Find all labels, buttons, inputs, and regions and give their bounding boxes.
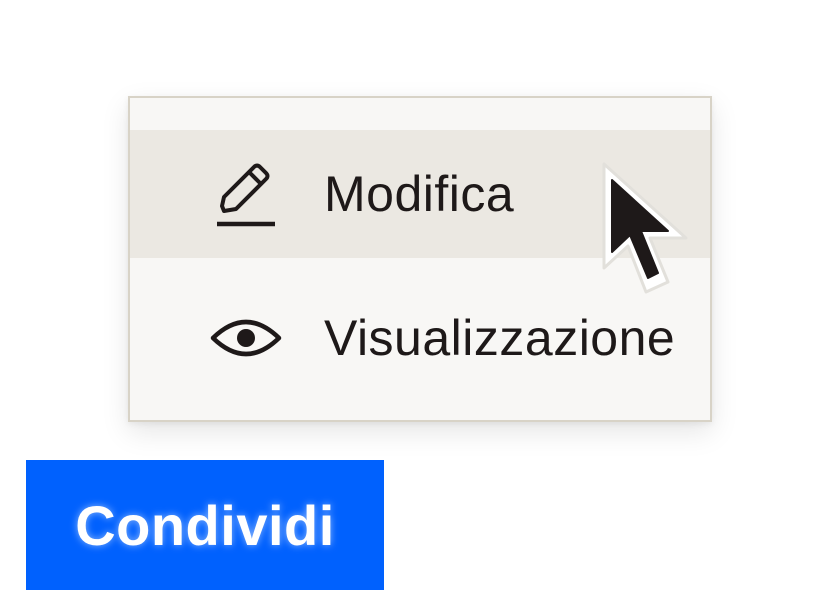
menu-item-modifica[interactable]: Modifica bbox=[130, 130, 710, 258]
share-button[interactable]: Condividi bbox=[26, 460, 384, 590]
menu-item-visualizzazione[interactable]: Visualizzazione bbox=[130, 274, 710, 402]
menu-item-label: Modifica bbox=[324, 166, 515, 222]
eye-icon bbox=[210, 302, 282, 374]
share-button-label: Condividi bbox=[75, 493, 335, 557]
menu-item-label: Visualizzazione bbox=[324, 310, 676, 366]
page: Modifica Visualizzazione Condividi bbox=[0, 0, 840, 591]
pencil-icon bbox=[210, 158, 282, 230]
share-options-menu: Modifica Visualizzazione bbox=[128, 96, 712, 422]
